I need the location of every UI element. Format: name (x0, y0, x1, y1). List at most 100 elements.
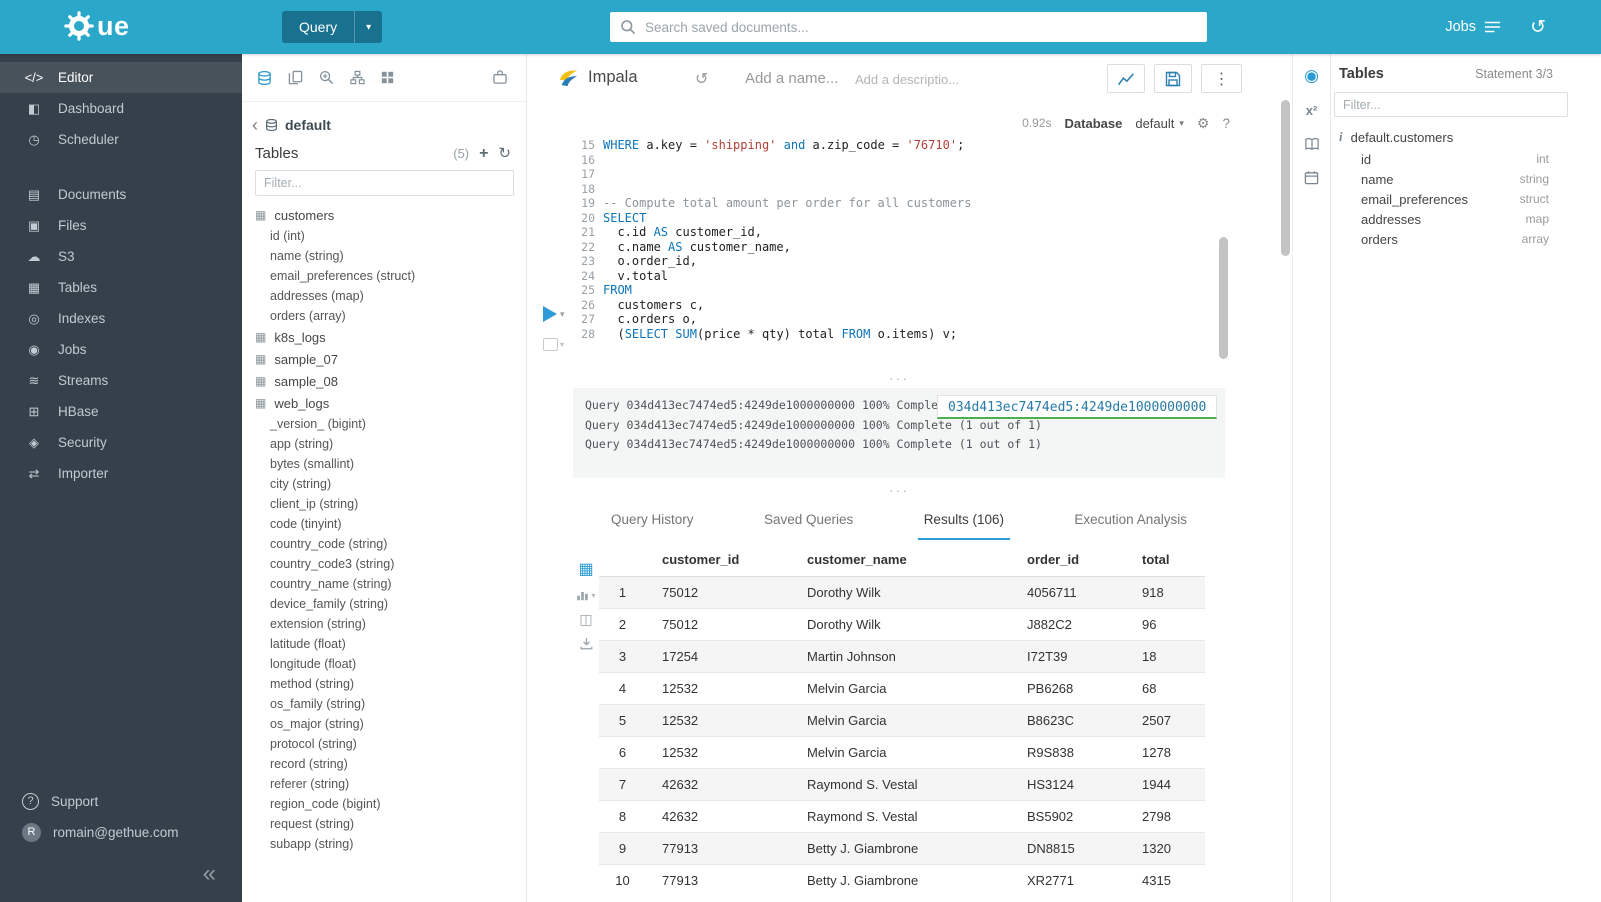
info-icon[interactable]: i (1339, 129, 1343, 145)
table-item[interactable]: ▦web_logs (242, 392, 526, 414)
database-source-icon[interactable] (257, 70, 272, 86)
table-item[interactable]: ▦sample_08 (242, 370, 526, 392)
resize-grip[interactable]: ··· (573, 486, 1225, 498)
column-item[interactable]: country_code (string) (242, 534, 526, 554)
more-actions-button[interactable]: ⋮ (1201, 64, 1242, 93)
column-item[interactable]: longitude (float) (242, 654, 526, 674)
columns-view-icon[interactable]: ◫ (579, 612, 592, 626)
column-item[interactable]: email_preferencesstruct (1331, 189, 1601, 209)
table-row[interactable]: 175012Dorothy Wilk4056711918 (599, 577, 1205, 608)
sidebar-item-importer[interactable]: ⇄Importer (0, 458, 242, 489)
column-item[interactable]: record (string) (242, 754, 526, 774)
table-row[interactable]: 612532Melvin GarciaR9S8381278 (599, 736, 1205, 768)
column-header[interactable]: total (1140, 545, 1205, 576)
query-history-icon[interactable]: ↺ (1530, 0, 1546, 54)
sidebar-item-user[interactable]: R romain@gethue.com (0, 817, 242, 847)
sidebar-item-streams[interactable]: ≋Streams (0, 365, 242, 396)
tab-saved-queries[interactable]: Saved Queries (758, 502, 859, 540)
sitemap-icon[interactable] (350, 70, 365, 85)
settings-gear-icon[interactable]: ⚙ (1197, 115, 1210, 132)
table-item[interactable]: ▦k8s_logs (242, 326, 526, 348)
column-item[interactable]: region_code (bigint) (242, 794, 526, 814)
column-item[interactable]: client_ip (string) (242, 494, 526, 514)
database-dropdown[interactable]: default ▾ (1135, 116, 1184, 131)
query-id-tooltip[interactable]: 034d413ec7474ed5:4249de1000000000 (937, 395, 1217, 419)
sidebar-item-security[interactable]: ◈Security (0, 427, 242, 458)
add-table-icon[interactable]: + (479, 146, 488, 162)
column-item[interactable]: country_code3 (string) (242, 554, 526, 574)
column-header[interactable]: order_id (1025, 545, 1140, 576)
tab-results-106[interactable]: Results (106) (918, 502, 1010, 540)
column-item[interactable]: os_major (string) (242, 714, 526, 734)
table-row[interactable]: 412532Melvin GarciaPB626868 (599, 672, 1205, 704)
sidebar-item-editor[interactable]: </>Editor (0, 62, 242, 93)
column-item[interactable]: orders (array) (242, 306, 526, 326)
help-icon[interactable]: ? (1222, 116, 1230, 131)
column-item[interactable]: email_preferences (struct) (242, 266, 526, 286)
save-button[interactable] (1154, 64, 1192, 93)
code-content[interactable]: WHERE a.key = 'shipping' and a.zip_code … (603, 138, 1212, 341)
chart-button[interactable] (1107, 64, 1145, 93)
tables-filter-input[interactable] (255, 170, 514, 196)
column-item[interactable]: addressesmap (1331, 209, 1601, 229)
editor-assistant-icon[interactable]: ◉ (1304, 67, 1319, 84)
tab-execution-analysis[interactable]: Execution Analysis (1068, 502, 1193, 540)
documents-source-icon[interactable] (288, 70, 303, 85)
column-item[interactable]: app (string) (242, 434, 526, 454)
active-table-item[interactable]: i default.customers (1331, 125, 1601, 149)
query-name-field[interactable]: Add a name... (745, 70, 838, 87)
sidebar-item-scheduler[interactable]: ◷Scheduler (0, 124, 242, 155)
back-chevron-icon[interactable]: ‹ (252, 116, 258, 134)
editor-scrollbar[interactable] (1219, 237, 1228, 359)
reload-history-icon[interactable]: ↺ (695, 69, 708, 89)
column-item[interactable]: namestring (1331, 169, 1601, 189)
sidebar-item-support[interactable]: ? Support (0, 786, 242, 816)
hue-logo[interactable]: ue (64, 11, 130, 41)
column-item[interactable]: extension (string) (242, 614, 526, 634)
table-row[interactable]: 512532Melvin GarciaB8623C2507 (599, 704, 1205, 736)
column-item[interactable]: name (string) (242, 246, 526, 266)
sidebar-item-indexes[interactable]: ◎Indexes (0, 303, 242, 334)
chevron-down-icon[interactable]: ▾ (560, 309, 565, 320)
column-item[interactable]: protocol (string) (242, 734, 526, 754)
column-item[interactable]: country_name (string) (242, 574, 526, 594)
table-row[interactable]: 842632Raymond S. VestalBS59022798 (599, 800, 1205, 832)
column-header[interactable]: customer_name (805, 545, 1025, 576)
search-input[interactable] (645, 20, 1197, 35)
column-item[interactable]: city (string) (242, 474, 526, 494)
column-item[interactable]: method (string) (242, 674, 526, 694)
column-item[interactable]: latitude (float) (242, 634, 526, 654)
column-item[interactable]: subapp (string) (242, 834, 526, 854)
refresh-icon[interactable]: ↻ (498, 146, 511, 161)
column-item[interactable]: code (tinyint) (242, 514, 526, 534)
sidebar-item-documents[interactable]: ▤Documents (0, 179, 242, 210)
right-filter-input[interactable] (1334, 92, 1568, 117)
column-item[interactable]: ordersarray (1331, 229, 1601, 249)
table-row[interactable]: 275012Dorothy WilkJ882C296 (599, 608, 1205, 640)
column-item[interactable]: referer (string) (242, 774, 526, 794)
sidebar-item-dashboard[interactable]: ◧Dashboard (0, 93, 242, 124)
apps-grid-icon[interactable] (381, 71, 394, 84)
sidebar-item-s3[interactable]: ☁S3 (0, 241, 242, 272)
column-item[interactable]: _version_ (bigint) (242, 414, 526, 434)
schedule-icon[interactable] (1304, 170, 1319, 185)
table-row[interactable]: 977913Betty J. GiambroneDN88151320 (599, 832, 1205, 864)
column-item[interactable]: id (int) (242, 226, 526, 246)
table-item[interactable]: ▦sample_07 (242, 348, 526, 370)
sidebar-item-jobs[interactable]: ◉Jobs (0, 334, 242, 365)
table-row[interactable]: 742632Raymond S. VestalHS31241944 (599, 768, 1205, 800)
language-reference-icon[interactable] (1304, 137, 1320, 151)
table-item[interactable]: ▦customers (242, 204, 526, 226)
functions-icon[interactable]: x² (1306, 103, 1318, 118)
resize-grip[interactable]: ··· (573, 374, 1225, 386)
column-item[interactable]: device_family (string) (242, 594, 526, 614)
column-item[interactable]: request (string) (242, 814, 526, 834)
execute-button[interactable]: ▾ (543, 306, 565, 322)
column-item[interactable]: addresses (map) (242, 286, 526, 306)
query-description-field[interactable]: Add a descriptio... (855, 72, 973, 87)
download-icon[interactable] (580, 637, 593, 650)
chart-view-icon[interactable]: ▾ (576, 589, 595, 601)
table-row[interactable]: 1077913Betty J. GiambroneXR27714315 (599, 864, 1205, 896)
column-item[interactable]: os_family (string) (242, 694, 526, 714)
grid-view-icon[interactable]: ▦ (578, 562, 593, 578)
